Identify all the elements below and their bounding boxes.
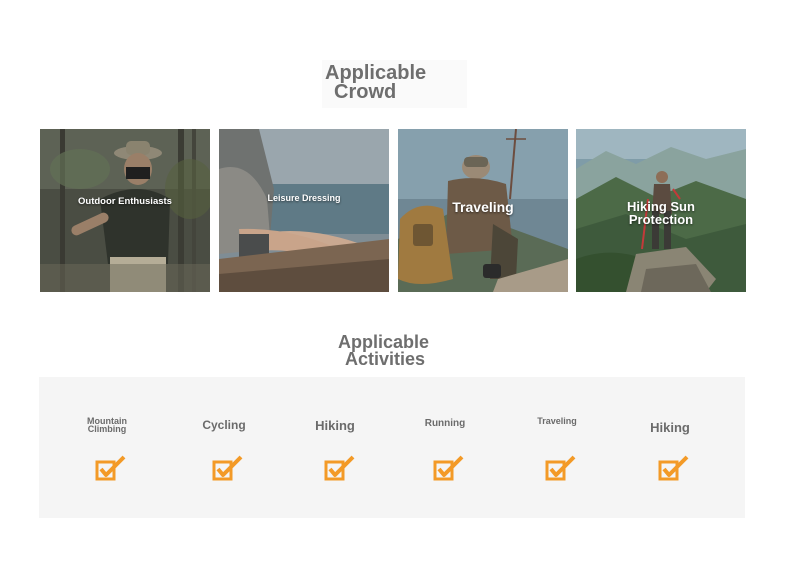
checkbox-checked-icon [95, 455, 126, 481]
card-label: Outdoor Enthusiasts [78, 196, 172, 207]
card-label: Hiking Sun Protection [576, 200, 746, 226]
activities-panel: Mountain Climbing Cycling Hiking Running… [39, 377, 745, 518]
crowd-card-leisure-dressing[interactable]: Leisure Dressing [219, 129, 389, 292]
checkbox-checked-icon [324, 455, 355, 481]
checkbox-checked-icon [212, 455, 243, 481]
card-label-line2: Protection [628, 212, 694, 227]
crowd-heading: Applicable Crowd [322, 60, 467, 108]
activity-label: Running [424, 418, 466, 429]
activity-label: Hiking [315, 418, 355, 433]
crowd-cards: Outdoor Enthusiasts Leisure Dressing Tra… [40, 129, 746, 292]
checkbox-checked-icon [545, 455, 576, 481]
checkbox-checked-icon [658, 455, 689, 481]
crowd-card-traveling[interactable]: Traveling [398, 129, 568, 292]
checkbox-checked-icon [433, 455, 464, 481]
activity-label: Hiking [650, 420, 690, 435]
activities-heading: Applicable Activities [338, 333, 429, 370]
crowd-card-outdoor-enthusiasts[interactable]: Outdoor Enthusiasts [40, 129, 210, 292]
activity-label-line2: Climbing [87, 423, 127, 434]
leisure-dressing-photo [219, 129, 389, 292]
activities-heading-line2: Activities [345, 349, 426, 370]
activity-label: Traveling [537, 416, 577, 426]
card-label: Leisure Dressing [267, 193, 341, 203]
activity-label: Mountain Climbing [52, 417, 162, 434]
card-label: Traveling [452, 199, 514, 215]
crowd-card-hiking-sun-protection[interactable]: Hiking Sun Protection [576, 129, 746, 292]
crowd-heading-line2: Crowd [334, 81, 397, 103]
activity-label: Cycling [202, 418, 246, 432]
outdoor-enthusiasts-photo [40, 129, 210, 292]
